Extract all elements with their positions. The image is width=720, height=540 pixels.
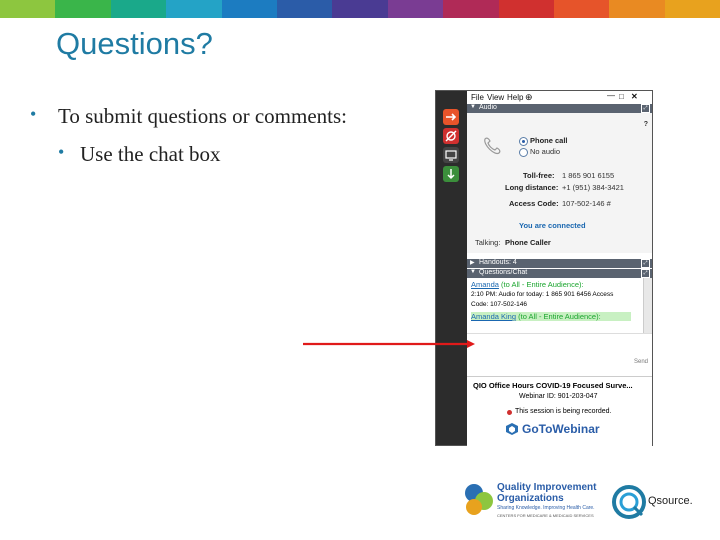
screen-icon[interactable]: [443, 147, 459, 163]
audio-section-label: Audio: [479, 104, 497, 111]
webinar-id: Webinar ID: 901-203-047: [519, 393, 598, 400]
color-stripe-segment: [276, 0, 333, 18]
color-stripe-segment: [609, 0, 665, 18]
phone-call-radio[interactable]: [519, 137, 528, 146]
no-audio-radio[interactable]: [519, 148, 528, 157]
gotowebinar-brand: GoToWebinar: [522, 422, 600, 436]
handouts-header[interactable]: ▶ Handouts: 4 ⤢: [467, 259, 652, 268]
chat-scrollbar[interactable]: [643, 278, 652, 334]
restore-icon[interactable]: □: [619, 92, 624, 101]
tollfree-value: 1 865 901 6155: [562, 171, 615, 180]
collapse-icon: ▼: [470, 269, 476, 275]
phone-icon: [484, 137, 501, 155]
color-stripe-segment: [553, 0, 610, 18]
color-stripe-segment: [387, 0, 444, 18]
popout-icon[interactable]: ⤢: [641, 269, 650, 278]
qio-title-2: Organizations: [497, 493, 564, 504]
menu-view[interactable]: View: [487, 93, 504, 102]
menu-help[interactable]: Help: [507, 93, 523, 102]
connected-status: You are connected: [519, 221, 586, 230]
color-stripe-segment: [443, 0, 499, 18]
chat-sender[interactable]: Amanda King: [471, 312, 516, 321]
talking-label: Talking:: [475, 238, 501, 247]
qio-logo: Quality Improvement Organizations Sharin…: [460, 477, 610, 521]
handouts-label: Handouts: 4: [479, 259, 517, 266]
bullet-text: To submit questions or comments:: [58, 104, 348, 128]
help-icon[interactable]: ?: [644, 121, 648, 128]
close-icon[interactable]: ✕: [631, 92, 638, 101]
phone-call-label: Phone call: [530, 136, 568, 145]
qio-emblem-icon: [465, 484, 493, 515]
color-stripe-segment: [55, 0, 111, 18]
menu-file[interactable]: File: [471, 93, 484, 102]
webinar-title: QIO Office Hours COVID-19 Focused Surve.…: [473, 381, 633, 390]
arrow-right-icon[interactable]: [443, 109, 459, 125]
chat-sender[interactable]: Amanda: [471, 280, 499, 289]
qsource-logo: Qsource.: [612, 483, 717, 521]
color-stripe-segment: [664, 0, 720, 18]
qsource-wordmark: Qsource.: [648, 495, 693, 507]
color-stripe-segment: [0, 0, 56, 18]
chat-message: Amanda King (to All - Entire Audience):: [471, 312, 631, 321]
send-button[interactable]: Send: [634, 359, 648, 365]
audio-section: ? Phone call No audio Toll-free: 1 865 9…: [467, 113, 652, 253]
color-stripe-segment: [498, 0, 554, 18]
slide-title: Questions?: [56, 26, 213, 61]
chat-recipient: (to All - Entire Audience):: [518, 312, 601, 321]
access-code-value: 107-502-146 #: [562, 199, 611, 208]
qio-tagline: Sharing Knowledge. Improving Health Care…: [497, 505, 595, 511]
hand-raise-icon[interactable]: [443, 166, 459, 182]
bullet-icon: •: [58, 142, 65, 162]
audio-header[interactable]: ▼ Audio ⤢: [467, 104, 652, 113]
sub-bullet-text: Use the chat box: [80, 142, 221, 166]
menu-bar: File View Help ⊕ — □ ✕: [467, 91, 652, 104]
record-icon: [507, 410, 512, 415]
collapse-icon: ▼: [470, 104, 476, 110]
qsource-emblem-icon: [612, 485, 646, 519]
globe-icon[interactable]: ⊕: [525, 92, 533, 103]
color-stripe-segment: [110, 0, 167, 18]
control-sidebar: [436, 91, 466, 445]
color-stripe-segment: [332, 0, 388, 18]
recording-notice: This session is being recorded.: [515, 408, 612, 415]
chat-input[interactable]: Send: [467, 333, 652, 374]
gotowebinar-logo-icon: [505, 422, 519, 436]
color-stripe-segment: [166, 0, 222, 18]
longdistance-value: +1 (951) 384-3421: [562, 183, 624, 192]
chat-header[interactable]: ▼ Questions/Chat ⤢: [467, 269, 652, 278]
bullet-icon: •: [30, 104, 37, 124]
webinar-info: QIO Office Hours COVID-19 Focused Surve.…: [467, 376, 652, 446]
minimize-icon[interactable]: —: [607, 91, 615, 100]
panel-main: File View Help ⊕ — □ ✕ ▼ Audio ⤢ ? Phone…: [467, 91, 652, 446]
mic-mute-icon[interactable]: [443, 128, 459, 144]
chat-section-label: Questions/Chat: [479, 269, 528, 276]
chat-recipient: (to All - Entire Audience):: [501, 280, 584, 289]
longdistance-label: Long distance:: [505, 183, 559, 192]
qio-sub: CENTERS FOR MEDICARE & MEDICAID SERVICES: [497, 513, 594, 518]
chat-message: Amanda (to All - Entire Audience): 2:10 …: [471, 280, 631, 309]
access-code-label: Access Code:: [509, 199, 559, 208]
talking-value: Phone Caller: [505, 238, 551, 247]
chat-message-body: 2:10 PM: Audio for today: 1 865 901 6456…: [471, 291, 614, 308]
qio-title-1: Quality Improvement: [497, 482, 597, 493]
color-stripe-segment: [221, 0, 277, 18]
no-audio-label: No audio: [530, 147, 561, 156]
expand-icon: ▶: [470, 260, 475, 266]
popout-icon[interactable]: ⤢: [641, 104, 650, 113]
tollfree-label: Toll-free:: [523, 171, 555, 180]
color-stripe: [0, 0, 720, 18]
pointer-arrow: [303, 340, 475, 348]
popout-icon[interactable]: ⤢: [641, 259, 650, 268]
gotowebinar-panel: File View Help ⊕ — □ ✕ ▼ Audio ⤢ ? Phone…: [435, 90, 653, 446]
